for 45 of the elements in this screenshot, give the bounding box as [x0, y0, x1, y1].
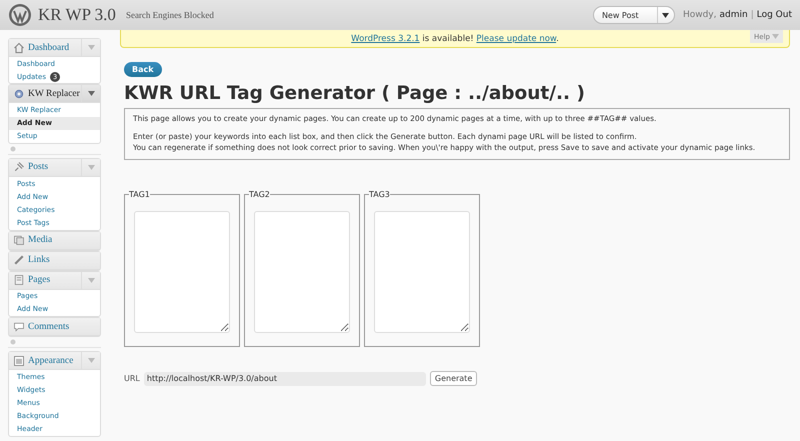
keyword-textarea[interactable]: [374, 211, 470, 333]
update-now-link[interactable]: Please update now: [476, 34, 556, 44]
caret-icon: [88, 91, 94, 96]
update-notice: WordPress 3.2.1 is available! Please update now.: [351, 34, 559, 44]
menu-header[interactable]: Dashboard: [9, 39, 100, 57]
speech-bubble-icon: [13, 320, 25, 333]
page-title: KWR URL Tag Generator ( Page : ../about/.. ): [124, 83, 586, 104]
username-link[interactable]: admin: [719, 10, 748, 20]
site-status: Search Engines Blocked: [126, 10, 214, 20]
separator: |: [750, 10, 754, 20]
window-icon: [13, 354, 25, 367]
media-icon: [13, 234, 25, 246]
collapse-icon: [10, 339, 16, 346]
caret-icon: [88, 164, 94, 170]
url-field[interactable]: http://localhost/KR-WP/3.0/about: [144, 372, 426, 386]
update-version-link[interactable]: WordPress 3.2.1: [351, 34, 420, 44]
menu-header[interactable]: Media: [9, 232, 100, 250]
tag-label: TAG2: [249, 190, 270, 199]
wordpress-logo-icon: [8, 3, 32, 27]
menu-header[interactable]: Appearance: [9, 352, 100, 370]
caret-icon: [772, 34, 779, 39]
keyword-textarea[interactable]: [254, 211, 350, 333]
caret-icon: [88, 45, 94, 50]
caret-icon: [662, 12, 670, 18]
tag-label: TAG3: [369, 190, 390, 199]
greeting: Howdy,: [682, 10, 716, 20]
back-button[interactable]: Back: [124, 62, 162, 77]
tag-label: TAG1: [129, 190, 150, 199]
new-post-dropdown[interactable]: New Post: [592, 6, 675, 24]
menu-header[interactable]: KW Replacer: [9, 85, 100, 104]
page-icon: [13, 274, 25, 286]
menu-header[interactable]: Comments: [9, 318, 100, 336]
site-title[interactable]: KR WP 3.0: [38, 5, 116, 25]
gear-icon: [13, 88, 25, 100]
logout-link[interactable]: Log Out: [756, 10, 792, 20]
generate-button[interactable]: Generate: [430, 371, 478, 386]
caret-icon: [88, 358, 94, 364]
menu-header[interactable]: Pages: [9, 272, 100, 290]
keyword-textarea[interactable]: [134, 211, 230, 333]
menu-header[interactable]: Posts: [9, 158, 100, 177]
caret-icon: [88, 278, 94, 283]
menu-header[interactable]: Links: [9, 252, 100, 270]
collapse-icon: [10, 146, 16, 152]
url-label: URL: [124, 374, 140, 383]
house-icon: [13, 42, 25, 54]
